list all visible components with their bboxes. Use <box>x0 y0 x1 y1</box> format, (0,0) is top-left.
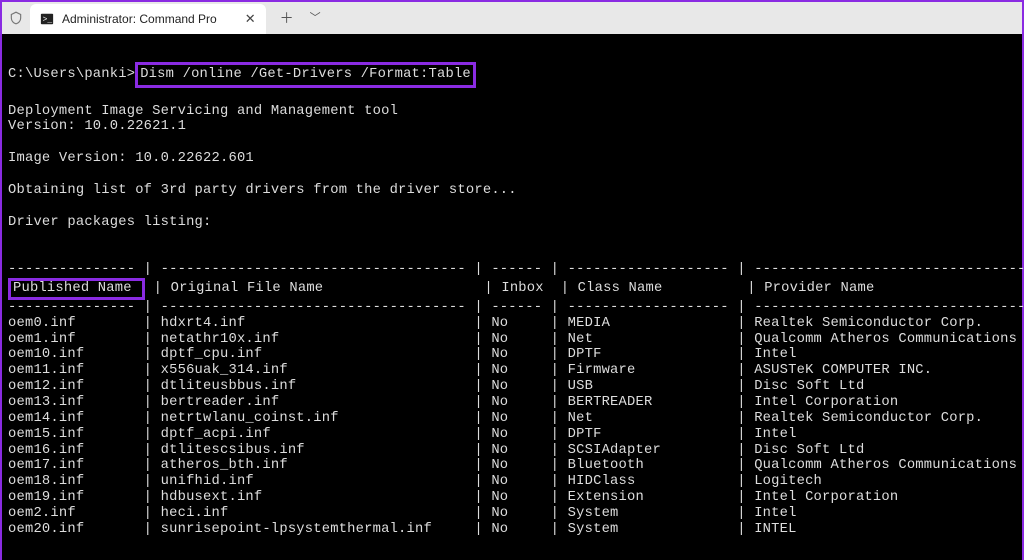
table-row: oem12.inf | dtliteusbbus.inf | No | USB … <box>8 379 1016 395</box>
table-row: oem18.inf | unifhid.inf | No | HIDClass … <box>8 474 1016 490</box>
terminal-body[interactable]: C:\Users\panki>Dism /online /Get-Drivers… <box>2 34 1022 560</box>
table-header-row: Published Name | Original File Name | In… <box>8 278 1016 300</box>
table-row: oem14.inf | netrtwlanu_coinst.inf | No |… <box>8 411 1016 427</box>
tab-dropdown-button[interactable]: ﹀ <box>310 13 321 24</box>
table-row: oem17.inf | atheros_bth.inf | No | Bluet… <box>8 458 1016 474</box>
header-rest: | Original File Name | Inbox | Class Nam… <box>145 281 1024 296</box>
shield-icon <box>2 11 30 25</box>
table-row: oem15.inf | dptf_acpi.inf | No | DPTF | … <box>8 427 1016 443</box>
table-separator: --------------- | ----------------------… <box>8 262 1016 278</box>
svg-text:>_: >_ <box>43 16 53 25</box>
prompt: C:\Users\panki>Dism /online /Get-Drivers… <box>8 67 476 82</box>
window-tab[interactable]: >_ Administrator: Command Pro ✕ <box>30 4 266 34</box>
table-row: oem11.inf | x556uak_314.inf | No | Firmw… <box>8 363 1016 379</box>
table-row: oem19.inf | hdbusext.inf | No | Extensio… <box>8 490 1016 506</box>
tab-title: Administrator: Command Pro <box>62 12 217 26</box>
table-row: oem16.inf | dtlitescsibus.inf | No | SCS… <box>8 443 1016 459</box>
close-icon[interactable]: ✕ <box>245 11 256 27</box>
header-published-name-highlighted: Published Name <box>8 278 145 300</box>
table-row: oem13.inf | bertreader.inf | No | BERTRE… <box>8 395 1016 411</box>
table-row: oem0.inf | hdxrt4.inf | No | MEDIA | Rea… <box>8 316 1016 332</box>
tab-controls: ＋ ﹀ <box>266 11 335 25</box>
terminal-icon: >_ <box>40 12 54 26</box>
table-row: oem20.inf | sunrisepoint-lpsystemthermal… <box>8 522 1016 538</box>
driver-table: --------------- | ----------------------… <box>8 262 1016 538</box>
table-separator: --------------- | ----------------------… <box>8 300 1016 316</box>
new-tab-button[interactable]: ＋ <box>280 11 294 25</box>
prompt-path: C:\Users\panki> <box>8 67 135 82</box>
output-lines: Deployment Image Servicing and Managemen… <box>8 88 1016 247</box>
window-titlebar: >_ Administrator: Command Pro ✕ ＋ ﹀ <box>2 2 1022 34</box>
table-row: oem2.inf | heci.inf | No | System | Inte… <box>8 506 1016 522</box>
table-row: oem1.inf | netathr10x.inf | No | Net | Q… <box>8 332 1016 348</box>
command-highlighted: Dism /online /Get-Drivers /Format:Table <box>135 62 476 88</box>
table-row: oem10.inf | dptf_cpu.inf | No | DPTF | I… <box>8 347 1016 363</box>
